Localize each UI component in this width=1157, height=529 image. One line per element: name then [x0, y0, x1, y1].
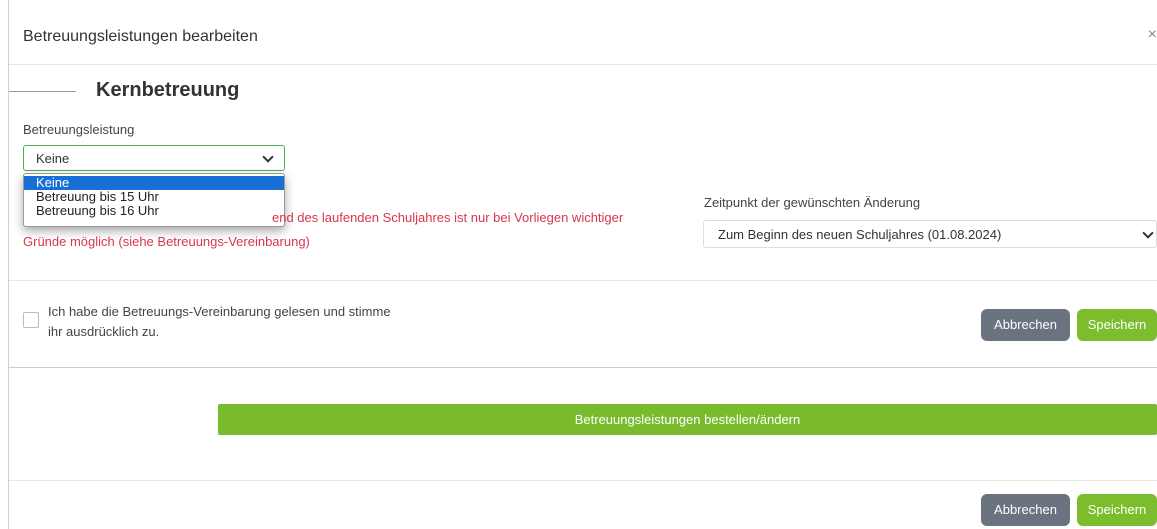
service-select[interactable]: Keine	[23, 145, 285, 171]
divider	[9, 280, 1157, 281]
agreement-text: Ich habe die Betreuungs-Vereinbarung gel…	[48, 302, 428, 342]
timing-label: Zeitpunkt der gewünschten Änderung	[704, 195, 921, 210]
service-select-value: Keine	[36, 151, 70, 166]
modal-title: Betreuungsleistungen bearbeiten	[23, 28, 258, 45]
order-services-button[interactable]: Betreuungsleistungen bestellen/ändern	[218, 404, 1157, 435]
dropdown-option-none[interactable]: Keine	[24, 176, 284, 190]
save-button[interactable]: Speichern	[1077, 309, 1157, 341]
service-label: Betreuungsleistung	[23, 122, 135, 137]
timing-select-value: Zum Beginn des neuen Schuljahres (01.08.…	[718, 227, 1002, 242]
dropdown-option-16[interactable]: Betreuung bis 16 Uhr	[24, 204, 284, 218]
divider	[9, 367, 1157, 368]
footer-save-button[interactable]: Speichern	[1077, 494, 1157, 526]
warning-text-line1: end des laufenden Schuljahres ist nur be…	[272, 210, 624, 225]
cancel-button[interactable]: Abbrechen	[981, 309, 1070, 341]
warning-text-line2: Gründe möglich (siehe Betreuungs-Vereinb…	[23, 234, 310, 249]
legend-divider	[9, 91, 76, 92]
chevron-down-icon	[262, 151, 274, 163]
section-legend: Kernbetreuung	[96, 79, 240, 101]
agreement-line1: Ich habe die Betreuungs-Vereinbarung gel…	[48, 304, 391, 319]
service-dropdown: Keine Betreuung bis 15 Uhr Betreuung bis…	[23, 173, 285, 227]
footer-cancel-button[interactable]: Abbrechen	[981, 494, 1070, 526]
chevron-down-icon	[1142, 227, 1154, 239]
divider	[9, 480, 1157, 481]
agreement-line2: ihr ausdrücklich zu.	[48, 324, 160, 339]
timing-select[interactable]: Zum Beginn des neuen Schuljahres (01.08.…	[703, 220, 1157, 248]
dropdown-option-15[interactable]: Betreuung bis 15 Uhr	[24, 190, 284, 204]
modal-header: Betreuungsleistungen bearbeiten ×	[9, 0, 1157, 65]
close-icon[interactable]: ×	[1148, 26, 1157, 44]
agreement-checkbox[interactable]	[23, 312, 39, 328]
